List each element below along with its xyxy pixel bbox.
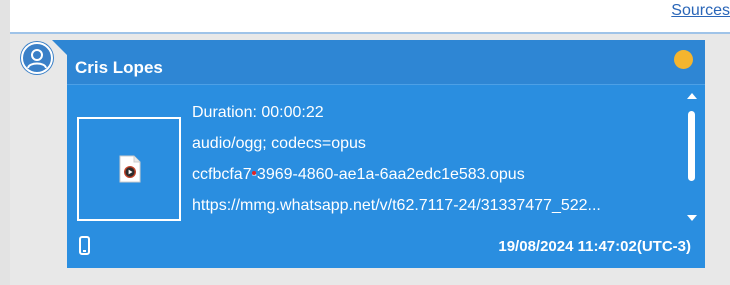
sender-name: Cris Lopes xyxy=(75,58,163,77)
left-gutter xyxy=(0,0,10,285)
audio-attachment-thumbnail[interactable] xyxy=(77,117,181,221)
bubble-tail xyxy=(52,40,68,56)
status-dot-icon xyxy=(674,50,693,69)
scroll-down-icon[interactable] xyxy=(687,215,697,221)
duration-text: Duration: 00:00:22 xyxy=(192,104,324,121)
message-timestamp: 19/08/2024 11:47:02(UTC-3) xyxy=(498,238,691,255)
chat-viewer: Sources Cris Lopes Duration: 00:00:22 au… xyxy=(0,0,730,285)
scroll-up-icon[interactable] xyxy=(687,93,697,99)
filename-text: ccfbcfa7-3969-4860-ae1a-6aa2edc1e583.opu… xyxy=(192,166,525,183)
cursor-marker xyxy=(252,171,256,175)
audio-file-icon xyxy=(119,155,141,183)
url-text[interactable]: https://mmg.whatsapp.net/v/t62.7117-24/3… xyxy=(192,196,682,216)
avatar-icon xyxy=(21,42,53,74)
message-body: Duration: 00:00:22 audio/ogg; codecs=opu… xyxy=(67,84,705,268)
message-header: Cris Lopes xyxy=(67,40,705,84)
message-bubble[interactable]: Cris Lopes Duration: 00:00:22 audio/ogg;… xyxy=(67,40,705,268)
top-strip: Sources xyxy=(10,0,730,34)
mime-type-text: audio/ogg; codecs=opus xyxy=(192,135,366,152)
scroll-thumb[interactable] xyxy=(688,111,695,181)
sources-link[interactable]: Sources xyxy=(671,2,730,20)
attachment-metadata: Duration: 00:00:22 audio/ogg; codecs=opu… xyxy=(192,103,682,227)
metadata-scrollbar[interactable] xyxy=(685,93,699,221)
mobile-device-icon xyxy=(79,236,90,255)
